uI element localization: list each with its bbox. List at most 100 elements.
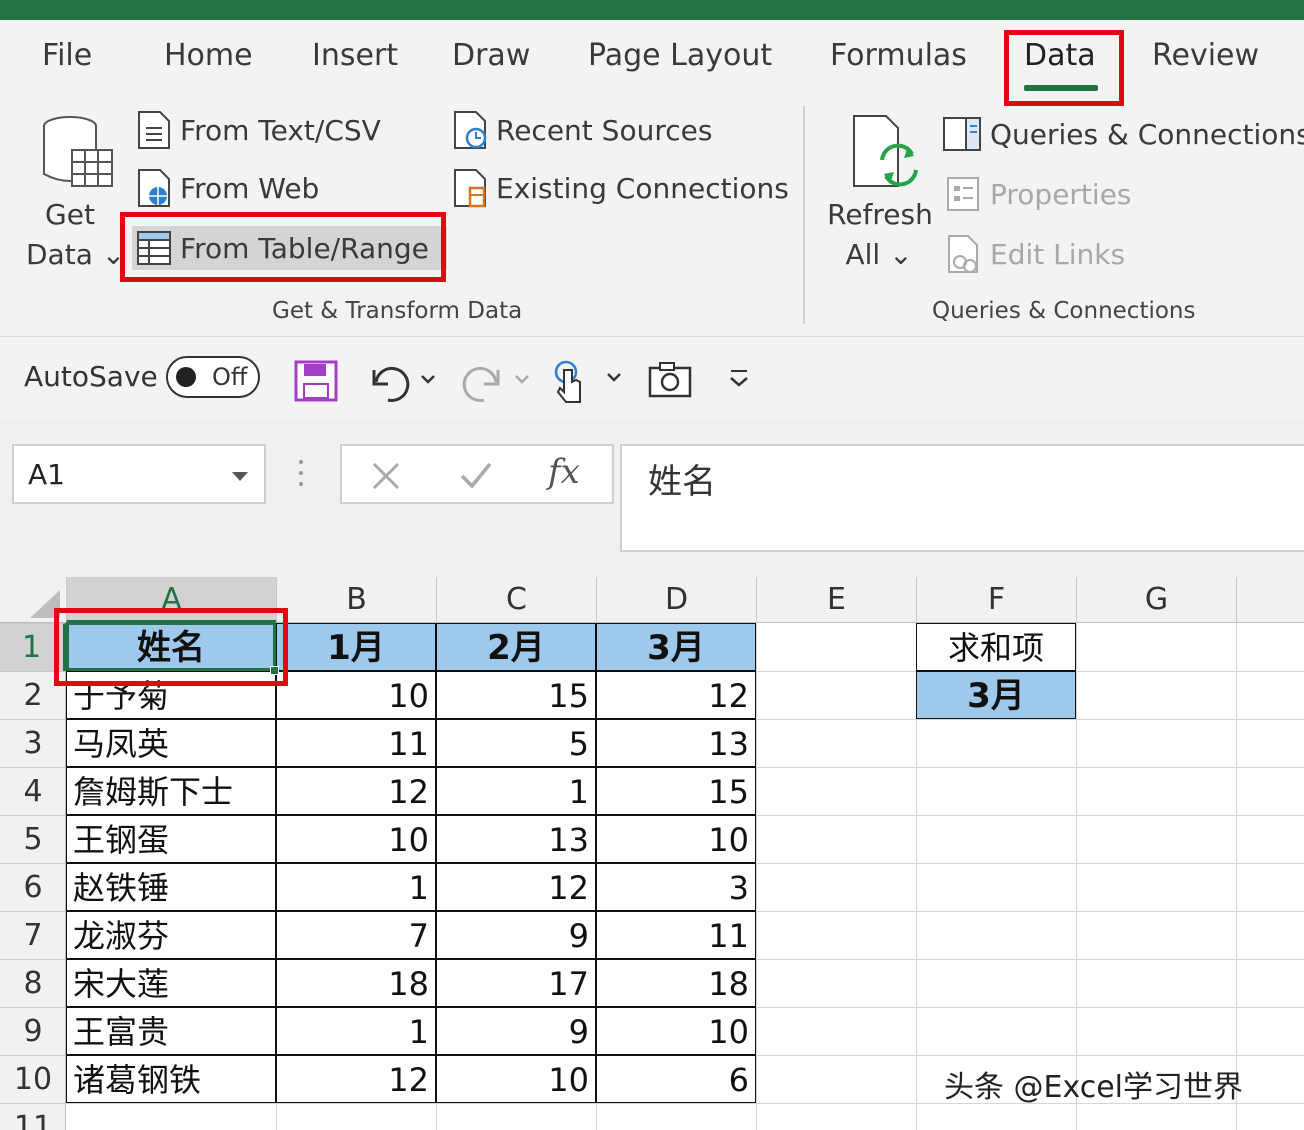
table-header-cell[interactable]: 3月 <box>596 623 756 671</box>
formula-input[interactable]: 姓名 <box>620 444 1304 552</box>
queries-connections-button[interactable]: Queries & Connections <box>942 114 1304 154</box>
chevron-down-icon[interactable] <box>232 472 248 481</box>
table-cell[interactable]: 龙淑芬 <box>66 911 276 959</box>
cancel-icon[interactable] <box>370 460 402 492</box>
row-header-11[interactable]: 11 <box>0 1103 66 1130</box>
properties-button[interactable]: Properties <box>946 174 1132 214</box>
summary-value-cell[interactable]: 3月 <box>916 671 1076 719</box>
tab-file[interactable]: File <box>42 38 92 73</box>
table-cell[interactable]: 10 <box>276 671 436 719</box>
table-cell[interactable]: 18 <box>276 959 436 1007</box>
tab-draw[interactable]: Draw <box>452 38 530 73</box>
from-web-button[interactable]: From Web <box>136 168 319 208</box>
autosave-toggle[interactable]: Off <box>166 356 260 398</box>
table-header-cell[interactable]: 2月 <box>436 623 596 671</box>
from-text-csv-button[interactable]: From Text/CSV <box>136 110 381 150</box>
customize-toolbar-button[interactable] <box>728 368 750 394</box>
table-cell[interactable]: 9 <box>436 911 596 959</box>
camera-button[interactable] <box>648 360 692 404</box>
table-cell[interactable]: 1 <box>436 767 596 815</box>
table-cell[interactable]: 12 <box>436 863 596 911</box>
table-cell[interactable]: 10 <box>436 1055 596 1103</box>
table-cell[interactable]: 15 <box>436 671 596 719</box>
row-header-7[interactable]: 7 <box>0 911 66 959</box>
tab-insert[interactable]: Insert <box>312 38 398 73</box>
recent-sources-label: Recent Sources <box>496 113 713 147</box>
table-cell[interactable]: 11 <box>596 911 756 959</box>
row-header-5[interactable]: 5 <box>0 815 66 863</box>
existing-connections-button[interactable]: Existing Connections <box>452 168 789 208</box>
formula-buttons: fx <box>340 444 614 504</box>
tab-formulas[interactable]: Formulas <box>830 38 967 73</box>
table-cell[interactable]: 诸葛钢铁 <box>66 1055 276 1103</box>
save-button[interactable] <box>294 360 338 406</box>
touch-mode-button[interactable] <box>550 358 626 408</box>
table-header-cell[interactable]: 1月 <box>276 623 436 671</box>
table-cell[interactable]: 12 <box>596 671 756 719</box>
toggle-knob <box>176 367 196 387</box>
table-cell[interactable]: 3 <box>596 863 756 911</box>
refresh-all-button[interactable] <box>848 112 924 196</box>
column-header-b[interactable]: B <box>276 577 436 623</box>
undo-button[interactable] <box>366 360 442 408</box>
column-header-c[interactable]: C <box>436 577 596 623</box>
edit-links-icon <box>948 235 978 273</box>
table-cell[interactable]: 18 <box>596 959 756 1007</box>
tab-review[interactable]: Review <box>1152 38 1259 73</box>
from-text-csv-label: From Text/CSV <box>180 113 381 147</box>
table-cell[interactable]: 1 <box>276 1007 436 1055</box>
table-cell[interactable]: 12 <box>276 1055 436 1103</box>
recent-sources-button[interactable]: Recent Sources <box>452 110 712 150</box>
existing-connections-label: Existing Connections <box>496 171 789 205</box>
row-header-8[interactable]: 8 <box>0 959 66 1007</box>
table-cell[interactable]: 17 <box>436 959 596 1007</box>
name-box[interactable]: A1 <box>12 444 266 504</box>
queries-connections-label: Queries & Connections <box>990 117 1304 151</box>
summary-label-cell[interactable]: 求和项 <box>916 623 1076 671</box>
column-header-h[interactable] <box>1236 577 1304 623</box>
table-cell[interactable]: 7 <box>276 911 436 959</box>
table-cell[interactable]: 宋大莲 <box>66 959 276 1007</box>
table-cell[interactable]: 9 <box>436 1007 596 1055</box>
row-header-6[interactable]: 6 <box>0 863 66 911</box>
table-cell[interactable]: 15 <box>596 767 756 815</box>
edit-links-button[interactable]: Edit Links <box>946 234 1125 274</box>
table-cell[interactable]: 10 <box>276 815 436 863</box>
column-header-e[interactable]: E <box>756 577 916 623</box>
table-cell[interactable]: 12 <box>276 767 436 815</box>
drag-handle-icon[interactable] <box>298 458 304 488</box>
table-cell[interactable]: 王钢蛋 <box>66 815 276 863</box>
tab-home[interactable]: Home <box>164 38 253 73</box>
table-cell[interactable]: 王富贵 <box>66 1007 276 1055</box>
redo-button[interactable] <box>462 360 538 408</box>
table-cell[interactable]: 詹姆斯下士 <box>66 767 276 815</box>
table-cell[interactable]: 5 <box>436 719 596 767</box>
row-header-9[interactable]: 9 <box>0 1007 66 1055</box>
column-header-f[interactable]: F <box>916 577 1076 623</box>
get-data-button[interactable] <box>40 114 116 196</box>
ribbon-group-separator <box>803 106 805 324</box>
database-table-icon <box>43 116 113 187</box>
tab-page-layout[interactable]: Page Layout <box>588 38 772 73</box>
column-header-d[interactable]: D <box>596 577 756 623</box>
queries-pane-icon <box>943 117 981 151</box>
insert-function-button[interactable]: fx <box>548 452 580 492</box>
table-cell[interactable]: 11 <box>276 719 436 767</box>
row-header-10[interactable]: 10 <box>0 1055 66 1103</box>
get-data-label-2: Data ⌄ <box>26 238 126 271</box>
table-cell[interactable]: 1 <box>276 863 436 911</box>
table-cell[interactable]: 10 <box>596 815 756 863</box>
confirm-check-icon[interactable] <box>458 460 494 492</box>
row-header-4[interactable]: 4 <box>0 767 66 815</box>
table-cell[interactable]: 6 <box>596 1055 756 1103</box>
table-cell[interactable]: 13 <box>596 719 756 767</box>
table-cell[interactable]: 赵铁锤 <box>66 863 276 911</box>
camera-icon <box>648 362 692 398</box>
chevron-down-icon <box>730 370 748 387</box>
table-cell[interactable]: 13 <box>436 815 596 863</box>
existing-connections-icon <box>454 169 486 208</box>
table-cell[interactable]: 10 <box>596 1007 756 1055</box>
column-header-g[interactable]: G <box>1076 577 1236 623</box>
row-header-3[interactable]: 3 <box>0 719 66 767</box>
table-cell[interactable]: 马凤英 <box>66 719 276 767</box>
